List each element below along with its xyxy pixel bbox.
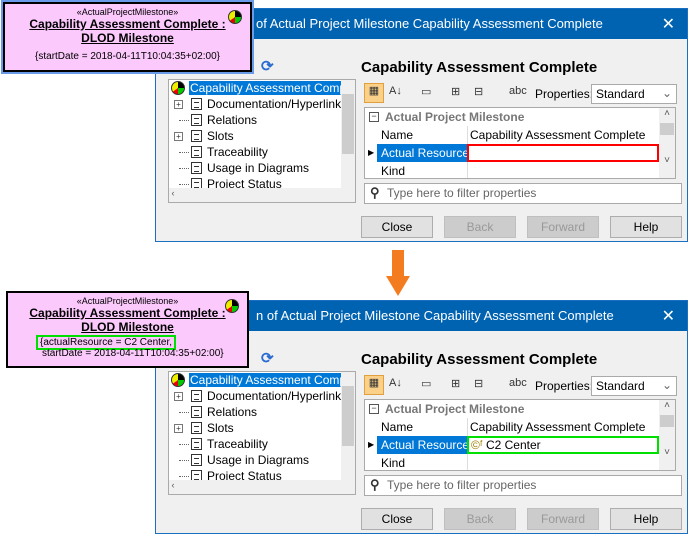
tree-item-documentation[interactable]: + Documentation/Hyperlinks bbox=[169, 96, 355, 112]
page-icon bbox=[191, 406, 202, 418]
collapse-icon[interactable]: − bbox=[369, 404, 379, 414]
page-icon bbox=[191, 438, 202, 450]
property-row-name[interactable]: Name Capability Assessment Complete bbox=[365, 126, 675, 144]
page-icon bbox=[191, 162, 202, 174]
tree-panel: Capability Assessment Complete + Document… bbox=[168, 371, 356, 495]
milestone-icon bbox=[171, 81, 185, 95]
window-title: of Actual Project Milestone Capability A… bbox=[256, 16, 603, 31]
milestone-icon bbox=[171, 373, 185, 387]
milestone-node-after[interactable]: «ActualProjectMilestone» Capability Asse… bbox=[6, 291, 249, 368]
tree-hscrollbar[interactable]: ‹ bbox=[169, 188, 355, 202]
forward-button[interactable]: Forward bbox=[527, 508, 599, 530]
tree-item-slots[interactable]: + Slots bbox=[169, 128, 355, 144]
filter-input[interactable]: ⚲ Type here to filter properties bbox=[364, 183, 682, 204]
class-icon: ©ᶠ bbox=[471, 438, 483, 452]
arrow-shaft bbox=[392, 250, 404, 278]
properties-toolbar: ▦ A↓ ▭ ⊞ ⊟ abc Properties: Standard ⌄ bbox=[361, 83, 681, 105]
current-row-icon: ▶ bbox=[368, 440, 375, 449]
help-button[interactable]: Help bbox=[610, 216, 682, 238]
abc-icon[interactable]: abc bbox=[509, 85, 527, 97]
tree-item-usage[interactable]: Usage in Diagrams bbox=[169, 160, 355, 176]
tree-panel: Capability Assessment Complete + Document… bbox=[168, 79, 356, 203]
page-icon bbox=[191, 422, 202, 434]
close-button[interactable]: Close bbox=[361, 216, 433, 238]
properties-label: Properties: bbox=[535, 87, 594, 101]
chevron-down-icon: ⌄ bbox=[661, 378, 672, 392]
search-icon: ⚲ bbox=[370, 185, 380, 200]
forward-button[interactable]: Forward bbox=[527, 216, 599, 238]
abc-icon[interactable]: abc bbox=[509, 377, 527, 389]
collapse-all-icon[interactable]: ⊟ bbox=[474, 377, 483, 390]
expand-icon[interactable]: + bbox=[174, 100, 183, 109]
property-row-kind[interactable]: Kind bbox=[365, 162, 675, 178]
window-title: n of Actual Project Milestone Capability… bbox=[256, 308, 614, 323]
actual-resource-field[interactable]: ©ᶠ C2 Center bbox=[467, 436, 659, 454]
description-icon[interactable]: ▭ bbox=[421, 377, 431, 390]
property-grid: − Actual Project Milestone Name Capability… bbox=[364, 399, 676, 471]
expand-icon[interactable]: + bbox=[174, 392, 183, 401]
collapse-all-icon[interactable]: ⊟ bbox=[474, 85, 483, 98]
refresh-icon[interactable]: ⟳ bbox=[261, 349, 274, 367]
group-header[interactable]: − Actual Project Milestone bbox=[365, 108, 675, 126]
sort-alpha-icon[interactable]: A↓ bbox=[389, 85, 402, 97]
close-icon[interactable]: ✕ bbox=[662, 306, 675, 326]
tree-item-relations[interactable]: Relations bbox=[169, 112, 355, 128]
filter-input[interactable]: ⚲ Type here to filter properties bbox=[364, 475, 682, 496]
categorized-view-icon[interactable]: ▦ bbox=[364, 375, 384, 395]
tree-vscrollbar[interactable] bbox=[341, 80, 355, 188]
categorized-view-icon[interactable]: ▦ bbox=[364, 83, 384, 103]
expand-all-icon[interactable]: ⊞ bbox=[451, 85, 460, 98]
tree-item-traceability[interactable]: Traceability bbox=[169, 144, 355, 160]
tree-item-traceability[interactable]: Traceability bbox=[169, 436, 355, 452]
properties-toolbar: ▦ A↓ ▭ ⊞ ⊟ abc Properties: Standard ⌄ bbox=[361, 375, 681, 397]
refresh-icon[interactable]: ⟳ bbox=[261, 57, 274, 75]
grid-vscrollbar[interactable]: ˄ ˅ bbox=[659, 400, 675, 470]
grid-vscrollbar[interactable]: ˄ ˅ bbox=[659, 108, 675, 178]
chevron-down-icon: ⌄ bbox=[661, 86, 672, 100]
description-icon[interactable]: ▭ bbox=[421, 85, 431, 98]
back-button[interactable]: Back bbox=[444, 216, 516, 238]
properties-select[interactable]: Standard ⌄ bbox=[591, 376, 677, 396]
milestone-icon bbox=[225, 299, 239, 313]
page-icon bbox=[191, 130, 202, 142]
back-button[interactable]: Back bbox=[444, 508, 516, 530]
tree-item-relations[interactable]: Relations bbox=[169, 404, 355, 420]
tree-item-root[interactable]: Capability Assessment Complete bbox=[169, 80, 355, 96]
collapse-icon[interactable]: − bbox=[369, 112, 379, 122]
property-row-kind[interactable]: Kind bbox=[365, 454, 675, 470]
search-icon: ⚲ bbox=[370, 477, 380, 492]
property-grid: − Actual Project Milestone Name Capability… bbox=[364, 107, 676, 179]
expand-icon[interactable]: + bbox=[174, 424, 183, 433]
element-header: Capability Assessment Complete bbox=[361, 59, 598, 76]
properties-label: Properties: bbox=[535, 379, 594, 393]
tree-hscrollbar[interactable]: ‹ bbox=[169, 480, 355, 494]
sort-alpha-icon[interactable]: A↓ bbox=[389, 377, 402, 389]
expand-icon[interactable]: + bbox=[174, 132, 183, 141]
tree-vscrollbar[interactable] bbox=[341, 372, 355, 480]
tree-item-root[interactable]: Capability Assessment Complete bbox=[169, 372, 355, 388]
page-icon bbox=[191, 390, 202, 402]
tree-item-documentation[interactable]: + Documentation/Hyperlinks bbox=[169, 388, 355, 404]
tree-item-usage[interactable]: Usage in Diagrams bbox=[169, 452, 355, 468]
milestone-icon bbox=[228, 10, 242, 24]
milestone-node-before[interactable]: «ActualProjectMilestone» Capability Asse… bbox=[3, 2, 252, 72]
page-icon bbox=[191, 114, 202, 126]
tree-item-slots[interactable]: + Slots bbox=[169, 420, 355, 436]
help-button[interactable]: Help bbox=[610, 508, 682, 530]
expand-all-icon[interactable]: ⊞ bbox=[451, 377, 460, 390]
down-arrow-icon bbox=[386, 276, 410, 296]
property-row-name[interactable]: Name Capability Assessment Complete bbox=[365, 418, 675, 436]
page-icon bbox=[191, 146, 202, 158]
current-row-icon: ▶ bbox=[368, 148, 375, 157]
element-header: Capability Assessment Complete bbox=[361, 351, 598, 368]
page-icon bbox=[191, 454, 202, 466]
property-row-actual-resource[interactable]: ▶ Actual Resource bbox=[365, 144, 675, 162]
property-row-actual-resource[interactable]: ▶ Actual Resource ©ᶠ C2 Center bbox=[365, 436, 675, 454]
properties-select[interactable]: Standard ⌄ bbox=[591, 84, 677, 104]
close-button[interactable]: Close bbox=[361, 508, 433, 530]
actual-resource-field[interactable] bbox=[467, 144, 659, 162]
group-header[interactable]: − Actual Project Milestone bbox=[365, 400, 675, 418]
close-icon[interactable]: ✕ bbox=[662, 14, 675, 34]
page-icon bbox=[191, 98, 202, 110]
